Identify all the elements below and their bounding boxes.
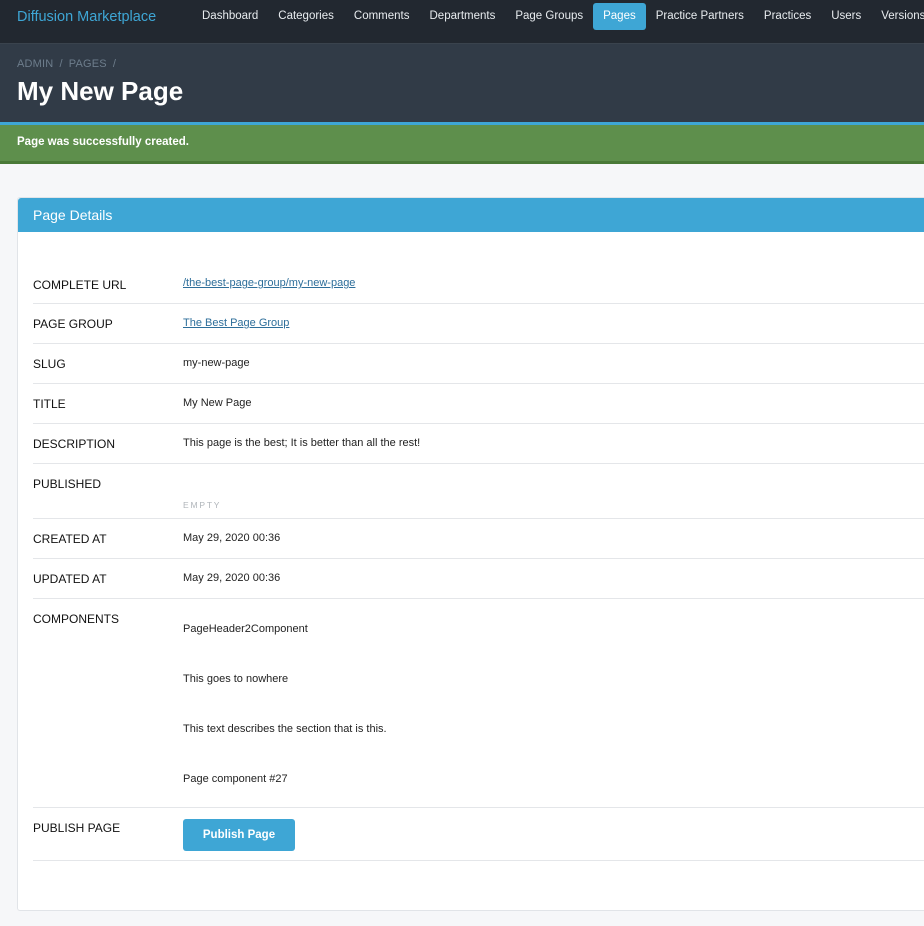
updated-at-value: May 29, 2020 00:36 — [183, 572, 281, 584]
component-item: This goes to nowhere — [183, 673, 289, 685]
page-group-link[interactable]: The Best Page Group — [183, 317, 289, 329]
field-label: CREATED AT — [33, 532, 107, 546]
field-label: SLUG — [33, 357, 66, 371]
field-label: PAGE GROUP — [33, 317, 113, 331]
nav-item-categories[interactable]: Categories — [268, 3, 344, 30]
created-at-value: May 29, 2020 00:36 — [183, 532, 281, 544]
breadcrumb-admin[interactable]: ADMIN — [17, 58, 53, 70]
nav-item-page-groups[interactable]: Page Groups — [505, 3, 593, 30]
components-list: PageHeader2Component This goes to nowher… — [183, 599, 387, 807]
top-navbar: Diffusion Marketplace Dashboard Categori… — [0, 0, 924, 44]
page-header: ADMIN / PAGES / My New Page — [0, 44, 924, 125]
row-title: TITLE My New Page — [33, 384, 924, 424]
nav-item-users[interactable]: Users — [821, 3, 871, 30]
field-label: UPDATED AT — [33, 572, 107, 586]
nav-item-versions[interactable]: Versions — [871, 3, 924, 30]
breadcrumb-separator: / — [59, 58, 63, 70]
row-created-at: CREATED AT May 29, 2020 00:36 — [33, 519, 924, 559]
nav-item-practice-partners[interactable]: Practice Partners — [646, 3, 754, 30]
row-page-group: PAGE GROUP The Best Page Group — [33, 304, 924, 344]
row-complete-url: COMPLETE URL /the-best-page-group/my-new… — [33, 264, 924, 304]
flash-text: Page was successfully created. — [17, 136, 189, 148]
row-published: PUBLISHED EMPTY — [33, 464, 924, 519]
publish-page-button[interactable]: Publish Page — [183, 819, 295, 851]
field-label: DESCRIPTION — [33, 437, 116, 451]
published-empty-value: EMPTY — [183, 500, 222, 510]
field-label: COMPLETE URL — [33, 278, 127, 292]
field-label: PUBLISHED — [33, 477, 102, 491]
details-list: COMPLETE URL /the-best-page-group/my-new… — [33, 264, 924, 861]
slug-value: my-new-page — [183, 357, 250, 369]
success-flash-message: Page was successfully created. — [0, 125, 924, 164]
panel-header: Page Details — [18, 198, 924, 232]
nav-item-dashboard[interactable]: Dashboard — [192, 3, 268, 30]
nav-item-pages[interactable]: Pages — [593, 3, 646, 30]
nav-item-practices[interactable]: Practices — [754, 3, 821, 30]
field-label: PUBLISH PAGE — [33, 821, 121, 835]
row-description: DESCRIPTION This page is the best; It is… — [33, 424, 924, 464]
breadcrumb: ADMIN / PAGES / — [17, 58, 116, 70]
brand-logo-link[interactable]: Diffusion Marketplace — [17, 9, 156, 25]
title-value: My New Page — [183, 397, 252, 409]
component-item: Page component #27 — [183, 773, 288, 785]
breadcrumb-pages[interactable]: PAGES — [69, 58, 107, 70]
breadcrumb-separator: / — [112, 58, 117, 70]
description-value: This page is the best; It is better than… — [183, 437, 421, 449]
component-item: This text describes the section that is … — [183, 723, 387, 735]
component-item: PageHeader2Component — [183, 623, 308, 635]
page-details-panel: Page Details COMPLETE URL /the-best-page… — [17, 197, 924, 911]
row-updated-at: UPDATED AT May 29, 2020 00:36 — [33, 559, 924, 599]
field-label: TITLE — [33, 397, 66, 411]
row-publish-page: PUBLISH PAGE Publish Page — [33, 808, 924, 861]
row-slug: SLUG my-new-page — [33, 344, 924, 384]
nav-menu: Dashboard Categories Comments Department… — [192, 3, 924, 30]
page-title: My New Page — [17, 76, 184, 106]
row-components: COMPONENTS PageHeader2Component This goe… — [33, 599, 924, 808]
complete-url-link[interactable]: /the-best-page-group/my-new-page — [183, 277, 355, 289]
field-label: COMPONENTS — [33, 612, 120, 626]
nav-item-comments[interactable]: Comments — [344, 3, 420, 30]
nav-item-departments[interactable]: Departments — [420, 3, 506, 30]
